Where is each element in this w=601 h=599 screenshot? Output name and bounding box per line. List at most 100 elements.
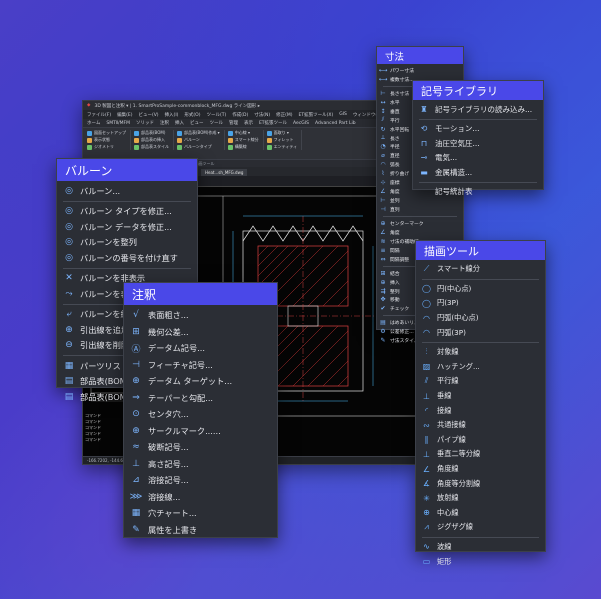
menu-item[interactable]: ◎ バルーン... — [57, 183, 197, 199]
menu-item[interactable]: ∠ 角度 — [377, 228, 463, 237]
menu-item[interactable]: ◎ バルーンを整列 — [57, 235, 197, 251]
menu-item-label: 複数寸法... — [390, 77, 414, 83]
menu-item[interactable]: ⫶ 対象線 — [416, 345, 545, 360]
ribbon-tab[interactable]: ホーム — [87, 120, 100, 126]
menu-item[interactable]: ♜ 記号ライブラリの読み込み... — [413, 102, 543, 117]
ribbon-button[interactable]: 部品表の挿入 — [134, 137, 169, 143]
menu-item[interactable]: ◠ 円弧(中心点) — [416, 311, 545, 326]
ribbon-button[interactable]: 構築線 — [227, 144, 259, 150]
ribbon-tab[interactable]: AecGIS — [293, 121, 309, 126]
menu-bar-item[interactable]: 編集(E) — [117, 112, 132, 118]
menu-item[interactable]: ◯ 円(3P) — [416, 296, 545, 311]
menu-item[interactable]: ✎ 属性を上書き — [124, 522, 277, 539]
menu-item-label: サークルマーク...... — [148, 425, 221, 436]
balloon-renumber-icon: ◎ — [65, 252, 73, 263]
ribbon-tab[interactable]: 管理 — [229, 120, 238, 126]
menu-item[interactable]: ⊙ センタ穴... — [124, 406, 277, 423]
menu-item[interactable]: Ⓐ データム記号... — [124, 340, 277, 357]
menu-item[interactable]: ⩘ ジグザグ線 — [416, 520, 545, 535]
menu-item[interactable]: ⊣ 直列 — [377, 205, 463, 214]
menu-bar-item[interactable]: 修正(M) — [276, 112, 292, 118]
menu-bar-item[interactable]: 寸法(N) — [254, 112, 270, 118]
menu-item[interactable]: ⊕ 中心線 — [416, 506, 545, 521]
arc-3p-icon: ◠ — [423, 328, 430, 338]
menu-item[interactable]: ◜ 接線 — [416, 403, 545, 418]
menu-item[interactable]: ⊓ 油圧空気圧... — [413, 136, 543, 151]
menu-item[interactable]: ⇒ テーパーと勾配... — [124, 390, 277, 407]
ribbon-button[interactable]: 図面セットアップ — [87, 130, 126, 136]
menu-item[interactable]: ⊕ センターマーク — [377, 219, 463, 228]
menu-bar-item[interactable]: ファイル(F) — [87, 112, 111, 118]
menu-item[interactable]: ✳ 放射線 — [416, 491, 545, 506]
menu-item-label: 平行 — [390, 118, 400, 124]
menu-item[interactable]: ≈ 破断記号... — [124, 439, 277, 456]
ribbon-tab[interactable]: ET拡張ツール — [259, 120, 287, 126]
menu-item[interactable]: ▨ ハッチング... — [416, 360, 545, 375]
document-tab[interactable]: Heat...sh_MFG.dwg — [201, 169, 248, 176]
menu-item[interactable]: ∥ パイプ線 — [416, 433, 545, 448]
menu-item[interactable]: ⊕ データム ターゲット... — [124, 373, 277, 390]
ribbon-button[interactable]: スマート線分 — [227, 137, 259, 143]
menu-item[interactable]: ▦ 穴チャート... — [124, 505, 277, 522]
symbol-library-panel: 記号ライブラリ ♜ 記号ライブラリの読み込み... ⟲ モーション... ⊓ 油圧空気圧.… — [412, 80, 544, 196]
menu-bar-item[interactable]: GIS — [339, 112, 347, 117]
menu-item[interactable]: √ 表面粗さ... — [124, 307, 277, 324]
menu-item-label: 座標 — [390, 181, 400, 187]
annotation-panel-title: 注釈 — [124, 283, 277, 305]
ribbon-button[interactable]: エンティティ — [266, 144, 297, 150]
ribbon-tab[interactable]: ソリッド — [136, 120, 154, 126]
ribbon-tab[interactable]: Advanced Part Lib — [315, 121, 356, 126]
menu-item[interactable]: ∡ 角度等分割線 — [416, 476, 545, 491]
ribbon-button[interactable]: 部品表(BOM)作成 ▾ — [177, 130, 220, 136]
menu-item[interactable]: ◎ バルーン データを修正... — [57, 219, 197, 235]
menu-item[interactable]: ◠ 円弧(3P) — [416, 325, 545, 340]
ribbon-tab[interactable]: ビュー — [190, 120, 204, 126]
menu-item[interactable]: ⟲ モーション... — [413, 122, 543, 137]
menu-item[interactable]: ∾ 共通接線 — [416, 418, 545, 433]
menu-bar-item[interactable]: ET拡張ツール(X) — [299, 112, 334, 118]
menu-item[interactable]: ⊥ 垂線 — [416, 389, 545, 404]
menu-item[interactable]: ⟷ パワー寸法 — [377, 66, 463, 75]
menu-item[interactable]: ∠ 角度線 — [416, 462, 545, 477]
menu-item[interactable]: 記号統計表 — [413, 185, 543, 200]
menu-separator — [422, 341, 539, 343]
menu-item[interactable]: ⊞ 幾何公差... — [124, 324, 277, 341]
menu-item[interactable]: ◎ バルーンの番号を付け直す — [57, 250, 197, 266]
menu-item[interactable]: ⊥ 垂直二等分線 — [416, 447, 545, 462]
leader-delete-icon: ⊖ — [65, 340, 73, 351]
menu-bar-item[interactable]: 作成(D) — [232, 112, 248, 118]
menu-separator — [419, 118, 537, 120]
ribbon-tab[interactable]: 挿入 — [175, 120, 184, 126]
menu-item[interactable]: ⊣ フィーチャ記号... — [124, 357, 277, 374]
menu-item[interactable]: ⋙ 溶接線... — [124, 489, 277, 506]
menu-bar-item[interactable]: ビュー(V) — [138, 112, 158, 118]
ribbon-tab[interactable]: 表示 — [244, 120, 253, 126]
menu-item[interactable]: ⊕ サークルマーク...... — [124, 423, 277, 440]
menu-item[interactable]: ⊿ 溶接記号... — [124, 472, 277, 489]
menu-bar-item[interactable]: 形式(O) — [184, 112, 200, 118]
ribbon-button[interactable]: フィレット — [266, 137, 298, 143]
menu-item[interactable]: ▭ 矩形 — [416, 554, 545, 569]
tool-icon — [134, 137, 139, 143]
ribbon-button[interactable]: バルーンタイプ — [177, 144, 220, 150]
menu-item[interactable]: ∿ 波線 — [416, 540, 545, 555]
menu-item[interactable]: ⟋ スマート線分 — [416, 262, 545, 277]
ribbon-button[interactable]: 部品表スタイル — [134, 144, 169, 150]
menu-item[interactable]: ⊸ 電気... — [413, 151, 543, 166]
ribbon-button[interactable]: 表示状態 — [87, 137, 126, 143]
menu-item[interactable]: ⊥ 高さ記号... — [124, 456, 277, 473]
ribbon-tab[interactable]: 注釈 — [160, 120, 169, 126]
menu-item[interactable]: ▬ 金属構造... — [413, 165, 543, 180]
ribbon-button[interactable]: ジオメトリ — [87, 144, 126, 150]
ribbon-button[interactable]: 部品表(BOM) — [134, 130, 169, 136]
ribbon-button[interactable]: バルーン — [177, 137, 220, 143]
menu-item[interactable]: ◯ 円(中心点) — [416, 282, 545, 297]
ribbon-button[interactable]: 面取り ▾ — [266, 130, 298, 136]
menu-item[interactable]: ⫽ 平行線 — [416, 374, 545, 389]
ribbon-button[interactable]: 中心線 ▾ — [227, 130, 259, 136]
menu-item[interactable]: ◎ バルーン タイプを修正... — [57, 204, 197, 220]
menu-bar-item[interactable]: ツール(T) — [206, 112, 226, 118]
ribbon-tab[interactable]: SMTⅡ/MFM — [106, 121, 130, 126]
ribbon-tab[interactable]: ツール — [209, 120, 223, 126]
menu-bar-item[interactable]: 挿入(I) — [165, 112, 179, 118]
